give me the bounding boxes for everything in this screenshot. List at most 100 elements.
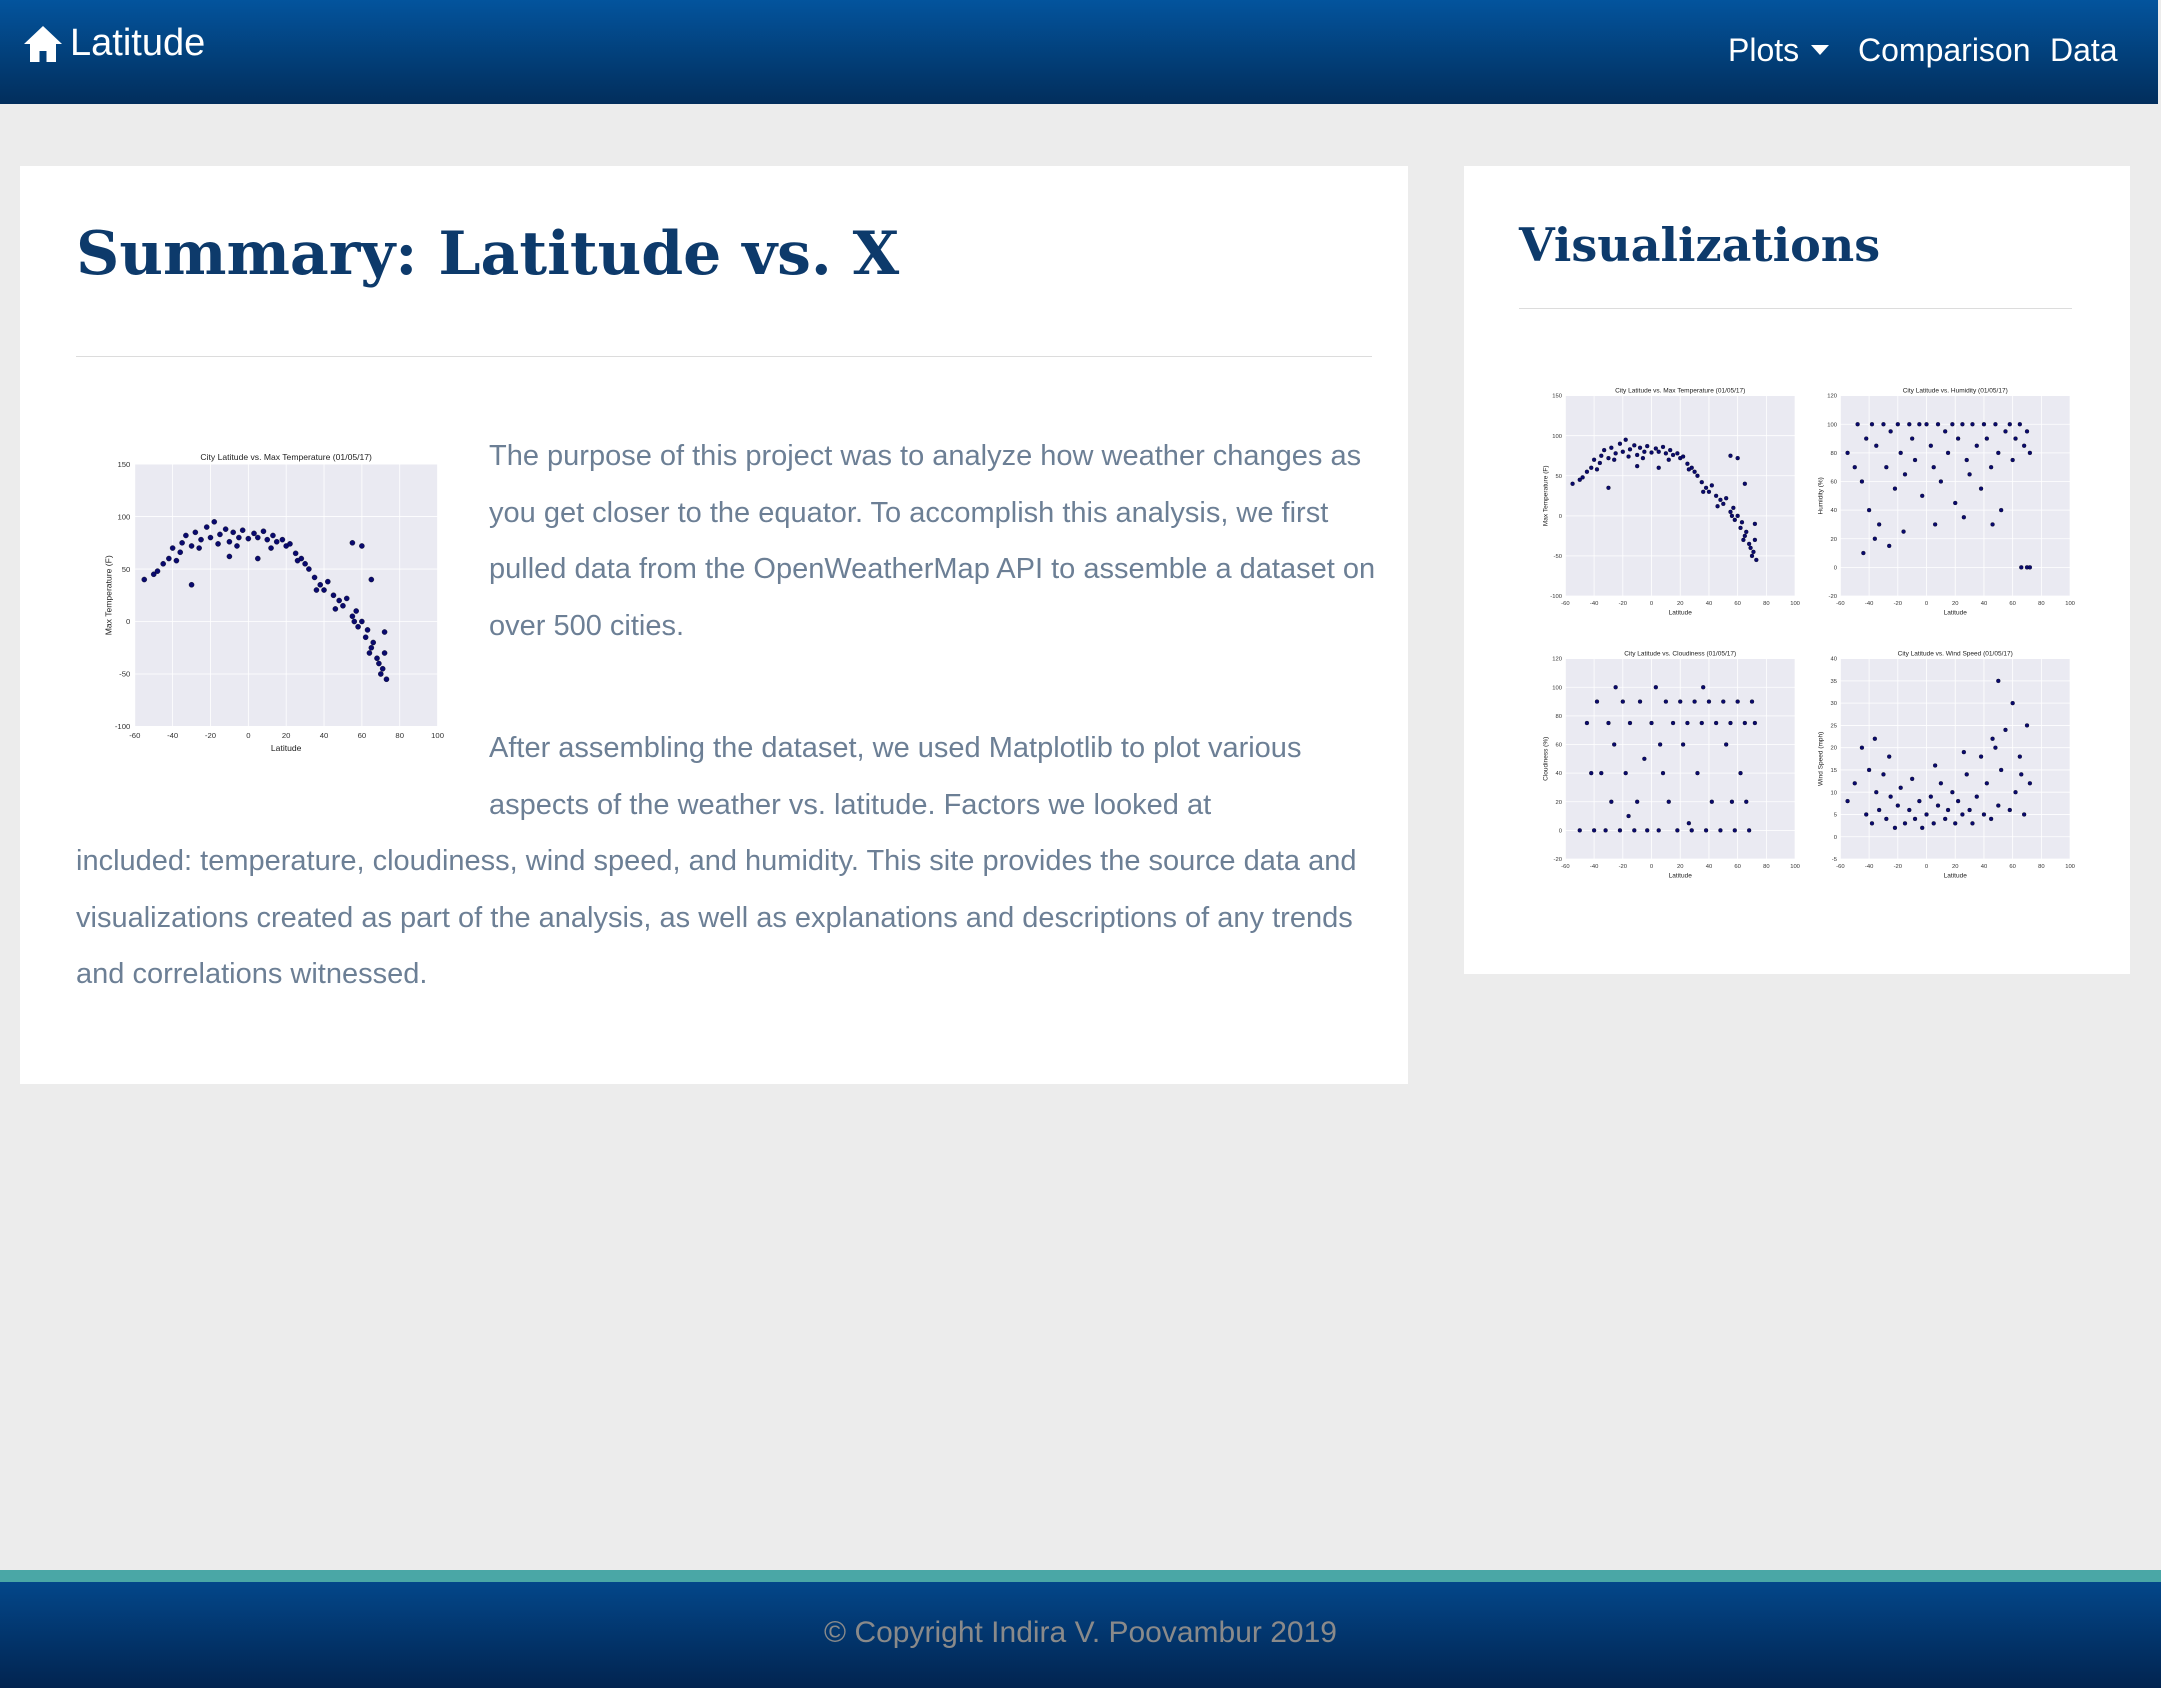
scatter-point [1869,422,1875,427]
scatter-point [1635,464,1640,469]
scatter-point [234,543,240,549]
nav-data[interactable]: Data [2050,30,2118,70]
scatter-point [1617,441,1623,446]
humidity-plot-thumbnail[interactable]: -60 -40 -20 0 20 40 60 80 100 -20 0 20 40 60 80 100 120 C… [1814,378,2078,630]
y-tick-label: 10 [1830,790,1837,796]
temperature-plot-thumbnail[interactable]: -60 -40 -20 0 20 40 60 80 100 -100 -50 0 50 100 150 Cit… [1539,378,1803,630]
scatter-point [1910,776,1915,781]
scatter-point [378,671,384,677]
scatter-point [368,644,375,651]
scatter-point [1749,553,1755,559]
scatter-point [2003,727,2008,733]
scatter-point [370,639,376,646]
scatter-point [359,618,365,625]
x-tick-label: 20 [1677,864,1684,870]
scatter-point [1675,828,1680,833]
scatter-point [1695,473,1700,478]
scatter-point [1632,443,1637,448]
scatter-point [1901,529,1906,534]
scatter-point [1955,798,1961,804]
scatter-point [381,629,388,635]
scatter-point [1960,422,1965,427]
scatter-point [321,587,327,593]
scatter-point [1747,541,1752,547]
scatter-point [1594,467,1600,472]
scatter-point [1739,520,1745,525]
scatter-point [1584,469,1590,474]
scatter-point [1728,453,1733,458]
scatter-point [1928,794,1933,799]
nav-comparison[interactable]: Comparison [1858,30,2031,70]
scatter-point [1866,767,1872,773]
scatter-point [222,526,229,532]
scatter-point [1895,803,1900,808]
x-tick-label: -20 [1619,601,1628,607]
scatter-point [1907,807,1912,813]
nav-plots-dropdown[interactable]: Plots [1728,30,1830,70]
scatter-point [1670,720,1676,726]
scatter-point [1732,828,1737,833]
x-tick-label: 60 [358,731,367,740]
brand-link[interactable]: Latitude [22,22,205,65]
scatter-point [1718,828,1723,833]
scatter-point [1955,436,1961,441]
x-tick-label: 80 [395,731,404,740]
scatter-point [1589,770,1594,776]
scatter-point [1845,798,1850,804]
scatter-point [1872,736,1877,741]
scatter-point [1978,754,1984,759]
chart-title: City Latitude vs. Max Temperature (01/05… [1615,388,1745,395]
scatter-point [2027,450,2033,456]
scatter-point [1744,529,1749,535]
wind-speed-plot-thumbnail[interactable]: -60 -40 -20 0 20 40 60 80 100 -5 0 5 10 15 20 25 30 35 40 C… [1814,641,2078,893]
scatter-point [1721,699,1726,704]
scatter-point [1990,736,1995,741]
scatter-point [1735,699,1740,704]
scatter-point [287,541,293,547]
scatter-point [2013,436,2018,441]
scatter-point [1656,465,1661,470]
scatter-point [1584,720,1590,726]
x-axis-label: Latitude [1944,610,1968,617]
y-tick-label: 40 [1830,657,1837,663]
scatter-point [364,627,371,633]
scatter-point [255,534,261,541]
scatter-point [215,541,221,547]
scatter-point [1938,781,1944,786]
x-axis-label: Latitude [1669,873,1693,880]
scatter-point [1666,799,1671,804]
scatter-point [2027,565,2033,570]
y-tick-label: 100 [1827,422,1837,428]
y-axis-label: Cloudiness (%) [1543,737,1550,781]
scatter-point [2024,429,2030,434]
scatter-point [1724,742,1729,747]
scatter-point [359,543,365,549]
cloudiness-plot-thumbnail[interactable]: -60 -40 -20 0 20 40 60 80 100 -20 0 20 40 60 80 100 120 C… [1539,641,1803,893]
scatter-point [1752,537,1758,543]
copyright-text: © Copyright Indira V. Poovambur 2019 [824,1616,1337,1649]
scatter-point [255,555,261,562]
scatter-point [383,676,390,682]
scatter-point [1920,825,1925,830]
x-tick-label: 100 [1790,601,1800,607]
scatter-point [273,538,280,545]
scatter-point [1609,799,1614,804]
scatter-point [1961,515,1966,520]
scatter-point [374,655,380,661]
scatter-point [1715,504,1720,509]
temperature-plot-image[interactable]: -60 -40 -20 0 20 40 60 80 100 -100 -50 0 50 100 150 Cit… [100,441,448,771]
scatter-point [1898,450,1903,456]
scatter-point [1735,513,1740,518]
scatter-point [1668,448,1673,453]
y-tick-label: 15 [1830,768,1836,774]
scatter-point [1606,456,1611,461]
scatter-point [1902,472,1908,477]
scatter-point [1612,742,1617,747]
scatter-point [154,568,161,574]
y-tick-label: 40 [1830,508,1837,514]
scatter-point [317,582,324,588]
scatter-point [376,660,382,667]
scatter-point [1912,457,1918,463]
visualizations-title: Visualizations [1519,218,1881,272]
x-tick-label: -60 [1561,601,1570,607]
